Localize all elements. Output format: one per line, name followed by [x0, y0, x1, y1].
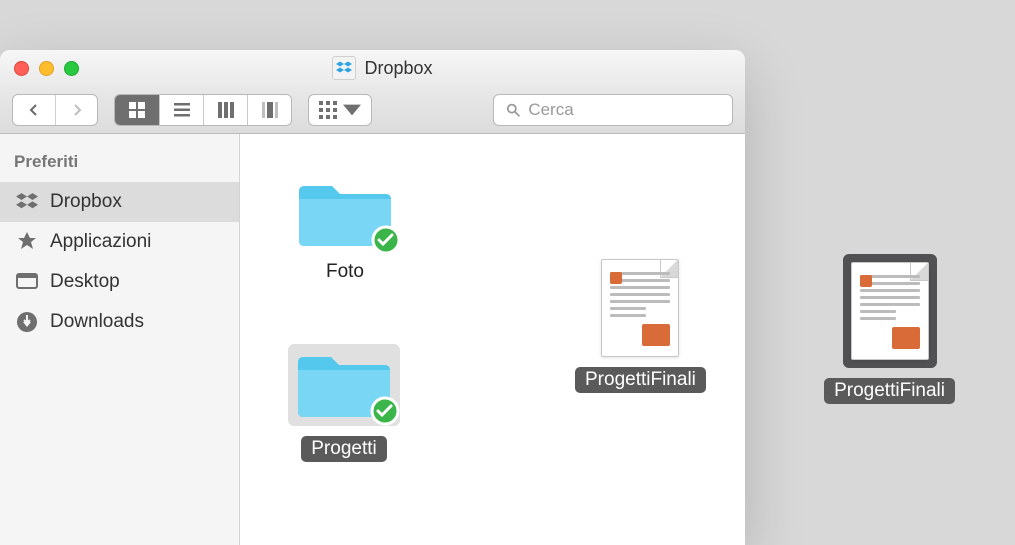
search-icon: [506, 102, 520, 118]
file-label: ProgettiFinali: [575, 367, 706, 393]
folder-icon: [295, 179, 395, 249]
folder-item-foto[interactable]: Foto: [295, 179, 395, 285]
file-item-progettifinali[interactable]: ProgettiFinali: [575, 259, 706, 393]
sidebar-item-downloads[interactable]: Downloads: [0, 302, 239, 342]
chevron-down-icon: [343, 101, 361, 119]
view-icons-button[interactable]: [115, 95, 159, 125]
view-list-button[interactable]: [159, 95, 203, 125]
sidebar-item-desktop[interactable]: Desktop: [0, 262, 239, 302]
sidebar-item-label: Applicazioni: [50, 231, 151, 253]
toolbar: [0, 86, 745, 134]
dropbox-icon: [332, 56, 356, 80]
desktop-icon: [14, 269, 40, 295]
back-button[interactable]: [13, 95, 55, 125]
document-icon: [843, 254, 937, 368]
finder-window: Dropbox: [0, 50, 745, 545]
forward-button[interactable]: [55, 95, 97, 125]
sidebar-item-label: Downloads: [50, 311, 144, 333]
sidebar-item-label: Dropbox: [50, 191, 122, 213]
folder-icon: [294, 350, 394, 420]
document-icon: [601, 259, 679, 357]
dropbox-icon: [14, 189, 40, 215]
sidebar-item-applications[interactable]: Applicazioni: [0, 222, 239, 262]
grid-arrange-icon: [319, 101, 337, 119]
sidebar-item-label: Desktop: [50, 271, 120, 293]
sidebar-item-dropbox[interactable]: Dropbox: [0, 182, 239, 222]
applications-icon: [14, 229, 40, 255]
folder-item-progetti[interactable]: Progetti: [288, 344, 400, 462]
view-mode-group: [114, 94, 292, 126]
sidebar: Preferiti Dropbox Applicazioni Desktop: [0, 134, 240, 545]
downloads-icon: [14, 309, 40, 335]
search-input[interactable]: [528, 100, 720, 120]
arrange-menu-button[interactable]: [308, 94, 372, 126]
sync-complete-badge-icon: [370, 396, 400, 426]
maximize-window-button[interactable]: [64, 61, 79, 76]
folder-label: Foto: [316, 259, 374, 285]
sidebar-section-header: Preferiti: [0, 148, 239, 182]
view-gallery-button[interactable]: [247, 95, 291, 125]
window-title: Dropbox: [364, 58, 432, 79]
nav-back-forward-group: [12, 94, 98, 126]
close-window-button[interactable]: [14, 61, 29, 76]
desktop-file-label: ProgettiFinali: [824, 378, 955, 404]
folder-label: Progetti: [301, 436, 386, 462]
content-area[interactable]: Foto Progetti: [240, 134, 745, 545]
window-controls: [14, 61, 79, 76]
view-columns-button[interactable]: [203, 95, 247, 125]
sync-complete-badge-icon: [371, 225, 401, 255]
search-field[interactable]: [493, 94, 733, 126]
window-titlebar[interactable]: Dropbox: [0, 50, 745, 86]
minimize-window-button[interactable]: [39, 61, 54, 76]
desktop-file-item[interactable]: ProgettiFinali: [824, 254, 955, 404]
